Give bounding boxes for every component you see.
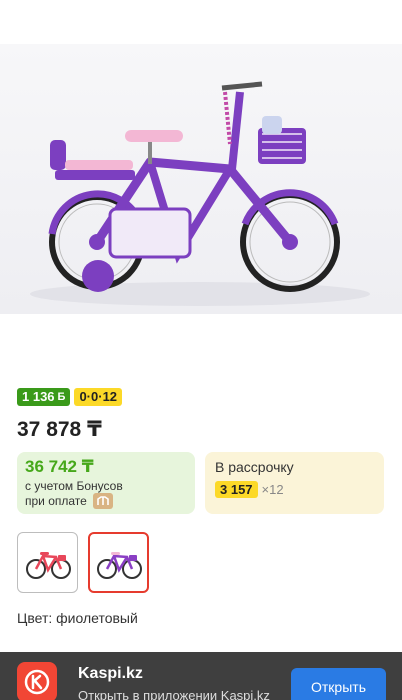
installment-months: ×12: [261, 482, 284, 497]
product-price: 37 878 ₸: [17, 418, 102, 441]
color-thumbnail-purple[interactable]: [88, 532, 149, 593]
open-app-button[interactable]: Открыть: [291, 668, 386, 700]
bonus-symbol-icon: Б: [57, 391, 66, 403]
payment-method-icon: [92, 493, 113, 509]
bonus-note: с учетом Бонусов: [25, 479, 123, 493]
bonus-note-payment: при оплате: [25, 494, 87, 508]
selected-color-label: Цвет: фиолетовый: [17, 610, 138, 626]
bonus-badge: 1 136 Б: [17, 388, 71, 406]
installment-amount: 3 157: [215, 481, 258, 498]
installment-title: В рассрочку: [215, 459, 294, 475]
app-banner: Kaspi.kz Открыть в приложении Kaspi.kz О…: [0, 652, 402, 700]
color-thumbnail-pink[interactable]: [17, 532, 78, 593]
banner-title: Kaspi.kz: [78, 665, 143, 682]
purple-bike-icon: [96, 551, 142, 579]
bonus-price: 36 742 ₸: [25, 457, 94, 476]
product-image[interactable]: [0, 44, 402, 314]
bonus-price-card[interactable]: 36 742 ₸ с учетом Бонусов при оплате: [17, 452, 195, 514]
pink-bike-icon: [25, 551, 71, 579]
installment-card[interactable]: В рассрочку 3 157 ×12: [205, 452, 384, 514]
installment-badge: 0·0·12: [74, 388, 123, 406]
bonus-badge-value: 1 136: [22, 389, 55, 404]
kaspi-logo-icon: [17, 662, 57, 700]
banner-subtitle: Открыть в приложении Kaspi.kz: [78, 688, 270, 700]
product-badges: 1 136 Б 0·0·12: [17, 388, 123, 406]
